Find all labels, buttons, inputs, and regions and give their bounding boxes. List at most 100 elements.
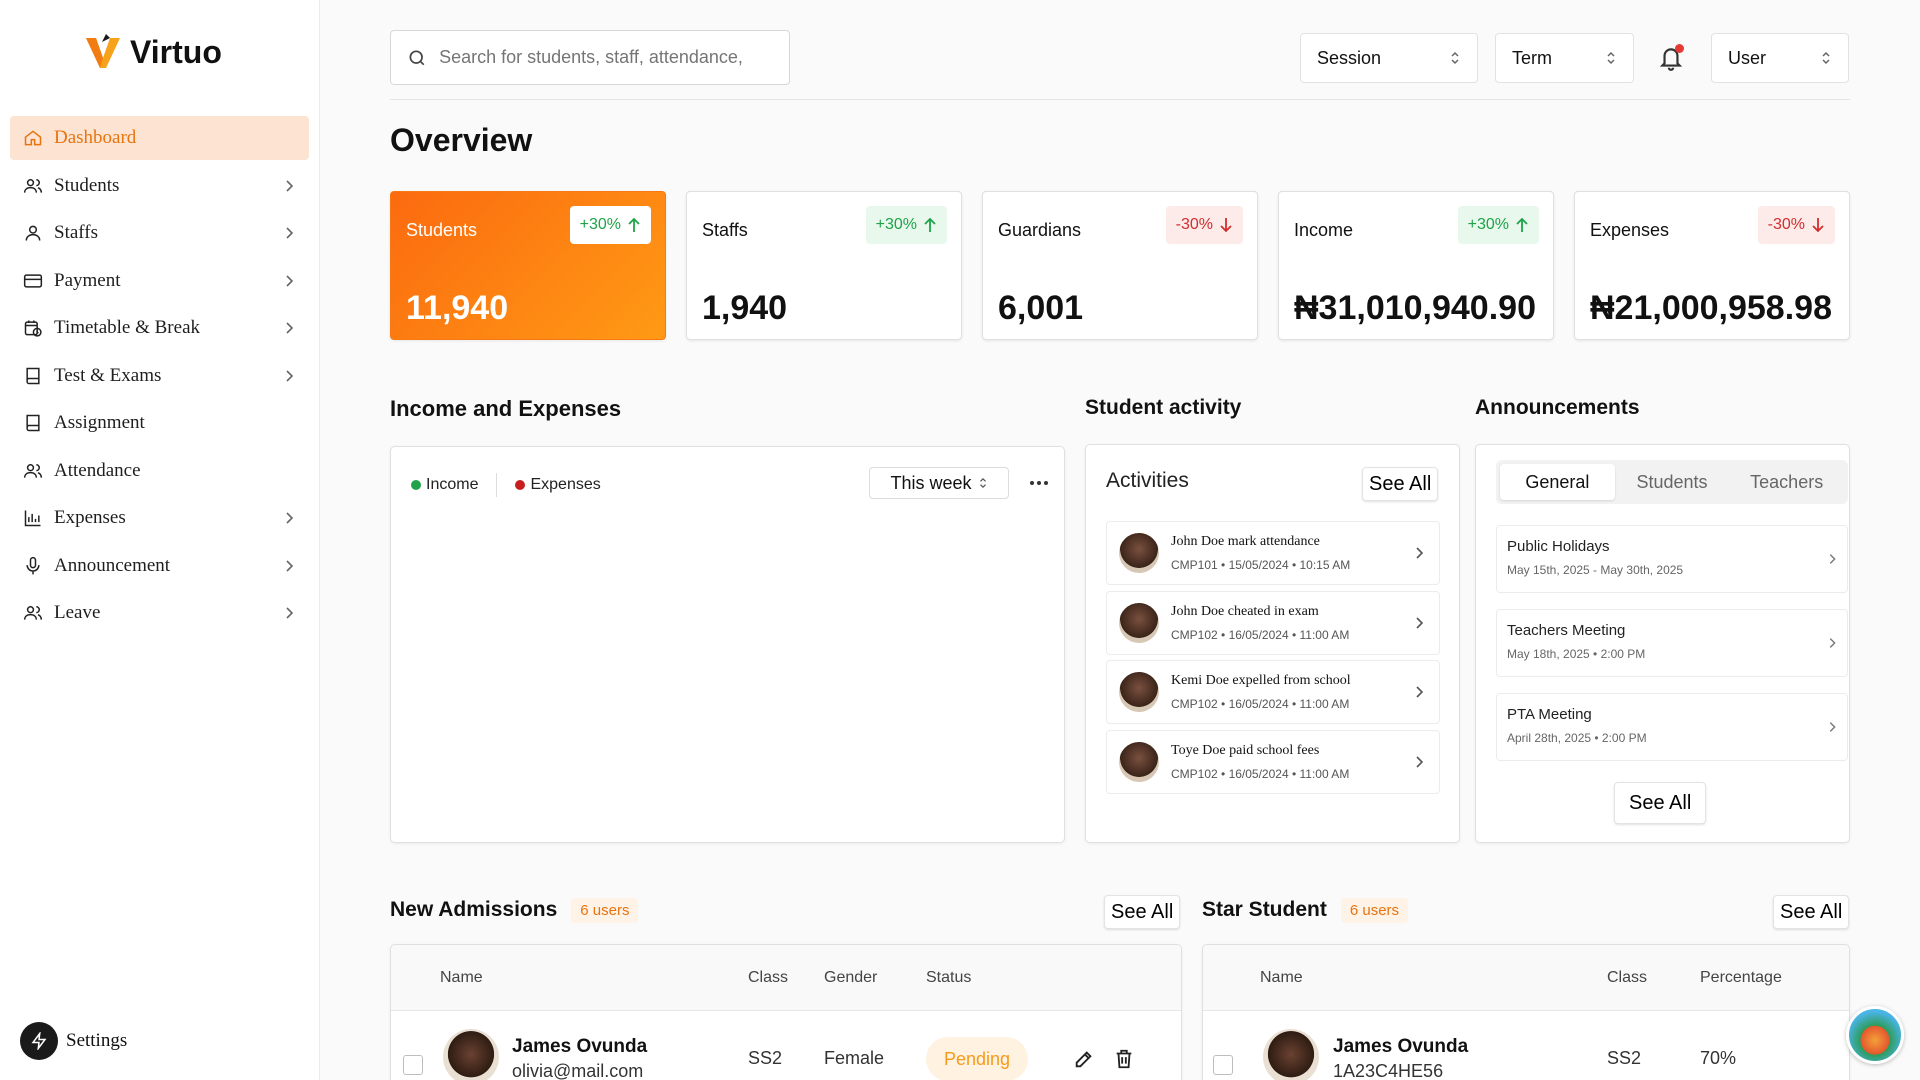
activity-item[interactable]: John Doe cheated in exam CMP102 • 16/05/2… [1106,590,1440,655]
assistant-avatar[interactable] [1846,1006,1904,1064]
session-select[interactable]: Session [1300,33,1478,83]
activity-title: John Doe mark attendance [1171,534,1320,549]
sidebar-item-settings[interactable]: Settings [20,1022,127,1060]
expenses-legend-dot [515,480,526,490]
stat-card-guardians[interactable]: Guardians -30% 6,001 [982,191,1258,340]
activity-item[interactable]: Kemi Doe expelled from school CMP102 • 16… [1106,660,1440,724]
more-options-button[interactable] [1021,465,1057,501]
activity-title: John Doe cheated in exam [1171,603,1319,619]
announcements-panel: General Students Teachers Public Holidays M… [1475,444,1850,843]
tab-general[interactable]: General [1500,464,1615,500]
term-select[interactable]: Term [1495,33,1634,83]
activity-time: 11:00 AM [1299,627,1350,642]
sidebar-item-announcement[interactable]: Announcement [10,544,309,588]
student-name: James Ovunda [1333,1036,1469,1057]
announcement-item[interactable]: Public Holidays May 15th, 2025 - May 30th… [1496,525,1848,593]
stat-value: 6,001 [998,289,1084,327]
change-badge: +30% [569,206,651,244]
sidebar-item-expenses[interactable]: Expenses [10,496,309,540]
stat-label: Students [406,220,478,240]
credit-card-icon [22,270,44,292]
users-icon [22,602,44,624]
activity-meta: CMP102 • 16/05/2024 • 11:00 AM [1171,697,1350,711]
announcements-see-all-button[interactable]: See All [1614,782,1707,824]
avatar [1263,1029,1319,1080]
change-badge: -30% [1165,206,1243,244]
tab-teachers[interactable]: Teachers [1729,464,1844,500]
activity-item[interactable]: Toye Doe paid school fees CMP102 • 16/05/… [1106,729,1440,794]
chevron-right-icon [286,512,294,524]
arrow-up-icon [924,217,936,232]
stat-card-income[interactable]: Income +30% ₦31,010,940.90 [1278,191,1554,340]
bar-chart-icon [22,507,44,529]
new-admissions-see-all-button[interactable]: See All [1104,895,1181,929]
trash-icon[interactable] [1113,1048,1135,1070]
stat-value: 1,940 [702,289,788,327]
chevron-right-icon [286,227,294,239]
ellipsis-icon [1030,481,1048,485]
stat-card-students[interactable]: Students +30% 11,940 [390,191,666,340]
range-select[interactable]: This week [869,467,1009,499]
sidebar-item-assignment[interactable]: Assignment [10,401,309,445]
activity-code: CMP101 [1171,558,1218,572]
search-input[interactable] [439,47,773,68]
income-expenses-panel: Income Expenses This week [390,446,1065,843]
activity-code: CMP102 [1171,627,1218,642]
row-checkbox[interactable] [403,1055,423,1075]
activity-title: Kemi Doe expelled from school [1171,673,1351,688]
activity-code: CMP102 [1171,697,1218,711]
sidebar-item-label: Assignment [54,412,145,433]
star-student-title: Star Student [1202,898,1327,922]
search-bar[interactable] [390,30,790,85]
announcement-item[interactable]: Teachers Meeting May 18th, 2025 • 2:00 PM [1496,609,1848,677]
avatar [1119,672,1159,712]
range-label: This week [890,472,972,493]
sidebar-item-staffs[interactable]: Staffs [10,211,309,255]
change-badge: -30% [1757,206,1835,244]
notification-button[interactable] [1658,44,1686,72]
sidebar-item-test-exams[interactable]: Test & Exams [10,354,309,398]
student-email: olivia@mail.com [512,1061,644,1080]
user-select[interactable]: User [1711,33,1849,83]
income-expenses-title: Income and Expenses [390,396,622,421]
star-student-see-all-button[interactable]: See All [1773,895,1850,929]
activities-see-all-button[interactable]: See All [1362,467,1439,501]
sidebar-item-dashboard[interactable]: Dashboard [10,116,309,160]
chevron-right-icon [1416,616,1424,629]
app-logo[interactable]: Virtuo [84,32,222,72]
tab-students[interactable]: Students [1615,464,1730,500]
new-admissions-table: Name Class Gender Status James Ovunda ol… [390,944,1182,1080]
sidebar-item-label: Students [54,174,120,196]
avatar [1119,602,1159,643]
chevron-right-icon [286,274,294,287]
edit-icon[interactable] [1073,1048,1095,1070]
announcement-item[interactable]: PTA Meeting April 28th, 2025 • 2:00 PM [1496,693,1848,761]
stat-card-expenses[interactable]: Expenses -30% ₦21,000,958.98 [1574,191,1850,340]
announcement-date: May 18th, 2025 • 2:00 PM [1507,647,1646,661]
book-icon [22,365,44,387]
users-icon [22,175,44,197]
column-header-status: Status [926,969,972,986]
stat-card-staffs[interactable]: Staffs +30% 1,940 [686,191,962,340]
sidebar-item-label: Announcement [54,554,171,576]
sidebar-item-leave[interactable]: Leave [10,591,309,635]
sidebar-item-students[interactable]: Students [10,164,309,208]
arrow-down-icon [1812,218,1824,233]
sidebar-item-timetable-break[interactable]: Timetable & Break [10,306,309,350]
row-checkbox[interactable] [1213,1055,1233,1075]
sidebar-item-label: Payment [54,269,121,291]
chevron-right-icon [286,179,294,192]
income-legend-label: Income [426,476,479,493]
change-badge: +30% [865,206,947,244]
activity-item[interactable]: John Doe mark attendance CMP101 • 15/05/2… [1106,521,1440,585]
stat-label: Staffs [702,220,748,240]
announcement-title: Public Holidays [1507,538,1610,555]
chevron-right-icon [1829,722,1836,732]
chevron-right-icon [1416,755,1424,768]
stat-label: Expenses [1590,220,1670,240]
sidebar-item-payment[interactable]: Payment [10,259,309,303]
chevron-up-down-icon [979,477,986,489]
announcement-title: Teachers Meeting [1507,622,1626,639]
sidebar-item-attendance[interactable]: Attendance [10,449,309,493]
change-value: +30% [1467,216,1509,233]
